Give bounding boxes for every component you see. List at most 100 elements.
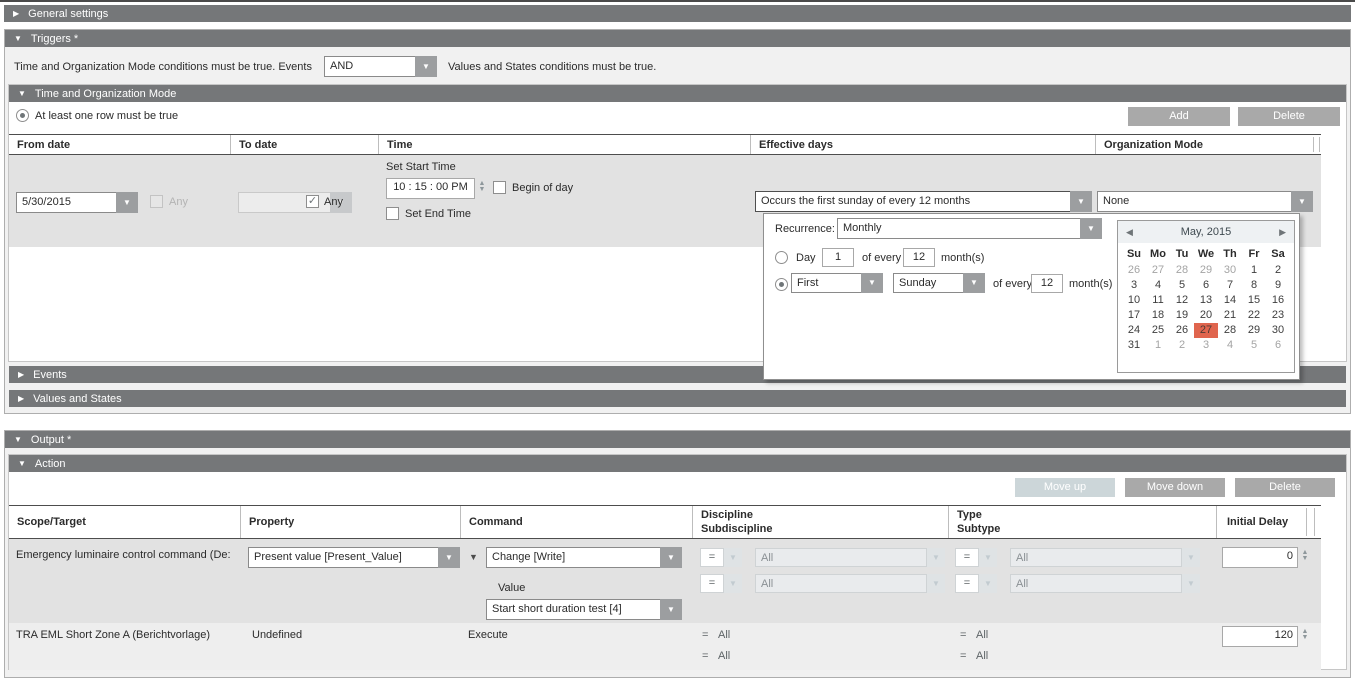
calendar-day[interactable]: 24 bbox=[1122, 323, 1146, 338]
calendar-day[interactable]: 4 bbox=[1146, 278, 1170, 293]
calendar-day[interactable]: 23 bbox=[1266, 308, 1290, 323]
from-date-picker[interactable]: 5/30/2015 ▼ bbox=[16, 192, 138, 213]
delete-button[interactable]: Delete bbox=[1238, 107, 1340, 126]
calendar-day[interactable]: 8 bbox=[1242, 278, 1266, 293]
start-time-input[interactable]: 10 : 15 : 00 PM bbox=[386, 178, 475, 199]
calendar-header: ◀ May, 2015 ▶ bbox=[1118, 221, 1294, 243]
row1-subtype-dropdown[interactable]: All ▼ bbox=[1010, 574, 1200, 593]
row1-subdiscipline-dropdown[interactable]: All ▼ bbox=[755, 574, 945, 593]
row1-type-dropdown[interactable]: All ▼ bbox=[1010, 548, 1200, 567]
move-up-button[interactable]: Move up bbox=[1015, 478, 1115, 497]
calendar-day[interactable]: 2 bbox=[1266, 263, 1290, 278]
calendar-day[interactable]: 5 bbox=[1242, 338, 1266, 353]
calendar-day[interactable]: 21 bbox=[1218, 308, 1242, 323]
calendar-day[interactable]: 11 bbox=[1146, 293, 1170, 308]
calendar-day[interactable]: 30 bbox=[1218, 263, 1242, 278]
calendar-day[interactable]: 12 bbox=[1170, 293, 1194, 308]
row2-delay-spinner[interactable]: ▲ ▼ bbox=[1300, 629, 1310, 641]
row1-subtype-operator-arrow[interactable]: ▼ bbox=[979, 574, 997, 593]
calendar-day[interactable]: 5 bbox=[1170, 278, 1194, 293]
row1-discipline-operator[interactable]: = bbox=[700, 548, 724, 567]
next-month-icon[interactable]: ▶ bbox=[1279, 227, 1286, 238]
delete-action-button[interactable]: Delete bbox=[1235, 478, 1335, 497]
calendar-day[interactable]: 16 bbox=[1266, 293, 1290, 308]
day-number-input[interactable]: 1 bbox=[822, 248, 854, 267]
start-time-spinner[interactable]: ▲ ▼ bbox=[477, 181, 487, 193]
row1-subdiscipline-operator[interactable]: = bbox=[700, 574, 724, 593]
command-expander-icon[interactable]: ▼ bbox=[469, 552, 478, 562]
calendar-day[interactable]: 31 bbox=[1122, 338, 1146, 353]
calendar-day[interactable]: 14 bbox=[1218, 293, 1242, 308]
dropdown-arrow-icon: ▼ bbox=[1182, 548, 1200, 567]
calendar-day[interactable]: 10 bbox=[1122, 293, 1146, 308]
triggers-bar[interactable]: ▼ Triggers * bbox=[5, 30, 1350, 47]
ordinal-dropdown[interactable]: First ▼ bbox=[791, 273, 883, 293]
calendar-day[interactable]: 6 bbox=[1266, 338, 1290, 353]
time-org-bar[interactable]: ▼ Time and Organization Mode bbox=[9, 85, 1346, 102]
calendar-day[interactable]: 19 bbox=[1170, 308, 1194, 323]
row1-discipline-dropdown[interactable]: All ▼ bbox=[755, 548, 945, 567]
calendar-day[interactable]: 20 bbox=[1194, 308, 1218, 323]
action-title: Action bbox=[35, 458, 66, 470]
calendar-day[interactable]: 30 bbox=[1266, 323, 1290, 338]
effective-days-dropdown[interactable]: Occurs the first sunday of every 12 mont… bbox=[755, 191, 1092, 212]
calendar-day[interactable]: 6 bbox=[1194, 278, 1218, 293]
at-least-one-radio[interactable] bbox=[16, 109, 29, 122]
row1-type-operator-arrow[interactable]: ▼ bbox=[979, 548, 997, 567]
row1-command-dropdown[interactable]: Change [Write] ▼ bbox=[486, 547, 682, 568]
calendar-day[interactable]: 3 bbox=[1122, 278, 1146, 293]
calendar-day[interactable]: 1 bbox=[1146, 338, 1170, 353]
row1-discipline-operator-arrow[interactable]: ▼ bbox=[724, 548, 742, 567]
calendar-day[interactable]: 13 bbox=[1194, 293, 1218, 308]
row1-value-label: Value bbox=[498, 582, 525, 594]
row1-subdiscipline-operator-arrow[interactable]: ▼ bbox=[724, 574, 742, 593]
day-months-input[interactable]: 12 bbox=[903, 248, 935, 267]
row1-property-dropdown[interactable]: Present value [Present_Value] ▼ bbox=[248, 547, 460, 568]
events-operator-dropdown[interactable]: AND ▼ bbox=[324, 56, 437, 77]
calendar-day-selected[interactable]: 27 bbox=[1194, 323, 1218, 338]
calendar-day[interactable]: 26 bbox=[1170, 323, 1194, 338]
row1-subtype-operator[interactable]: = bbox=[955, 574, 979, 593]
day-of-month-radio[interactable] bbox=[775, 251, 788, 264]
row1-value-dropdown[interactable]: Start short duration test [4] ▼ bbox=[486, 599, 682, 620]
weekday-months-input[interactable]: 12 bbox=[1031, 274, 1063, 293]
row2-initial-delay-input[interactable]: 120 bbox=[1222, 626, 1298, 647]
set-end-time-checkbox[interactable] bbox=[386, 207, 399, 220]
calendar-day[interactable]: 18 bbox=[1146, 308, 1170, 323]
begin-of-day-checkbox[interactable] bbox=[493, 181, 506, 194]
action-bar[interactable]: ▼ Action bbox=[9, 455, 1346, 472]
weekday-radio[interactable] bbox=[775, 278, 788, 291]
calendar-day[interactable]: 15 bbox=[1242, 293, 1266, 308]
to-any-checkbox[interactable]: ✓ bbox=[306, 195, 319, 208]
add-button[interactable]: Add bbox=[1128, 107, 1230, 126]
from-any-checkbox[interactable] bbox=[150, 195, 163, 208]
weekday-value: Sunday bbox=[893, 273, 963, 293]
prev-month-icon[interactable]: ◀ bbox=[1126, 227, 1133, 238]
calendar-day[interactable]: 27 bbox=[1146, 263, 1170, 278]
row1-type-operator[interactable]: = bbox=[955, 548, 979, 567]
calendar-day[interactable]: 25 bbox=[1146, 323, 1170, 338]
action-table-header: Scope/Target Property Command Discipline… bbox=[9, 505, 1321, 539]
general-settings-bar[interactable]: ▶ General settings bbox=[4, 5, 1351, 22]
organization-mode-dropdown[interactable]: None ▼ bbox=[1097, 191, 1313, 212]
calendar-day[interactable]: 7 bbox=[1218, 278, 1242, 293]
calendar-day[interactable]: 29 bbox=[1194, 263, 1218, 278]
calendar-day[interactable]: 26 bbox=[1122, 263, 1146, 278]
calendar-day[interactable]: 29 bbox=[1242, 323, 1266, 338]
values-states-bar[interactable]: ▶ Values and States bbox=[9, 390, 1346, 407]
weekday-dropdown[interactable]: Sunday ▼ bbox=[893, 273, 985, 293]
calendar-day[interactable]: 17 bbox=[1122, 308, 1146, 323]
calendar-day[interactable]: 22 bbox=[1242, 308, 1266, 323]
row1-initial-delay-input[interactable]: 0 bbox=[1222, 547, 1298, 568]
calendar-day[interactable]: 1 bbox=[1242, 263, 1266, 278]
calendar-day[interactable]: 28 bbox=[1170, 263, 1194, 278]
calendar-day[interactable]: 2 bbox=[1170, 338, 1194, 353]
row1-delay-spinner[interactable]: ▲ ▼ bbox=[1300, 550, 1310, 562]
move-down-button[interactable]: Move down bbox=[1125, 478, 1225, 497]
calendar-day[interactable]: 4 bbox=[1218, 338, 1242, 353]
output-bar[interactable]: ▼ Output * bbox=[5, 431, 1350, 448]
recurrence-dropdown[interactable]: Monthly ▼ bbox=[837, 218, 1102, 239]
calendar-day[interactable]: 28 bbox=[1218, 323, 1242, 338]
calendar-day[interactable]: 3 bbox=[1194, 338, 1218, 353]
calendar-day[interactable]: 9 bbox=[1266, 278, 1290, 293]
